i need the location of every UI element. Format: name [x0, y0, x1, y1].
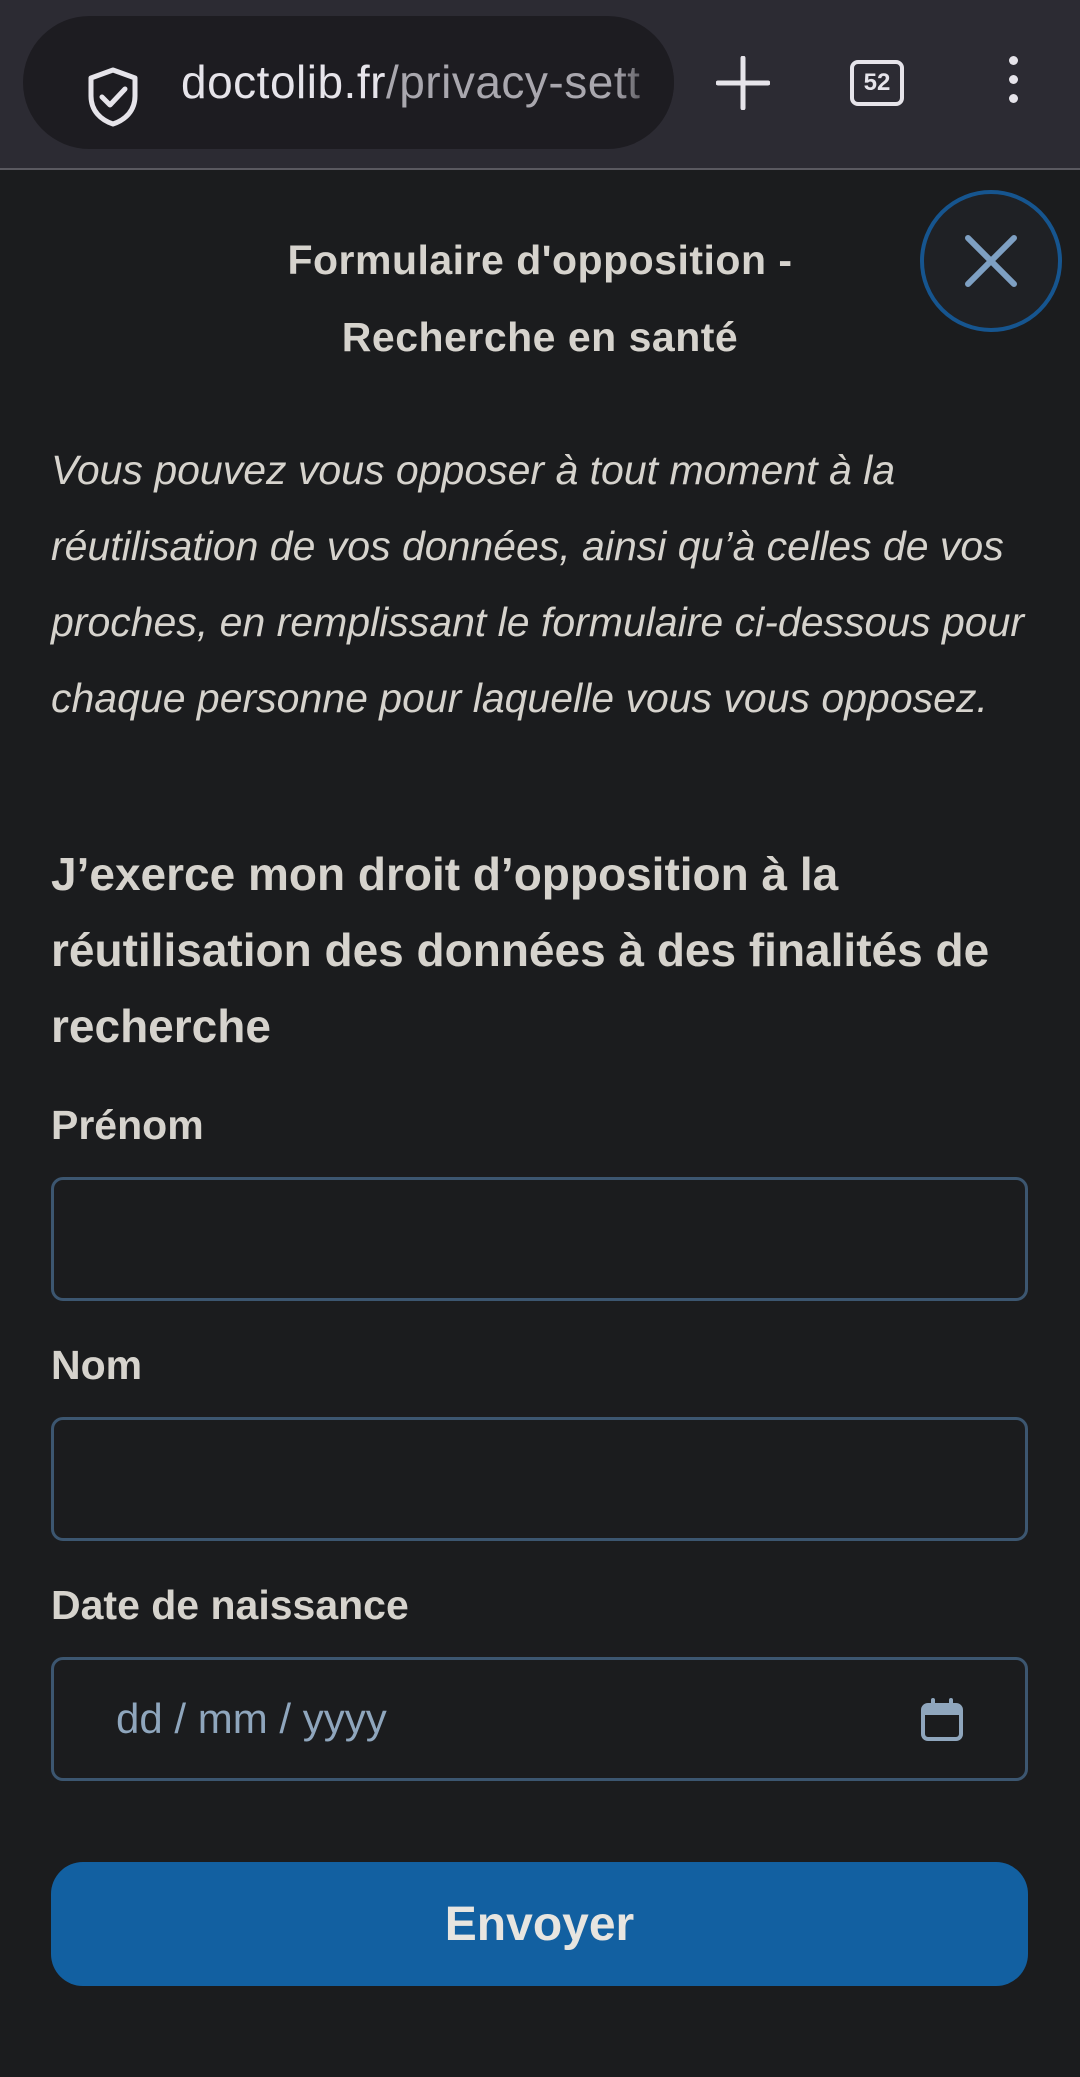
birthdate-label: Date de naissance — [51, 1582, 409, 1628]
close-icon — [965, 235, 1017, 287]
intro-text: Vous pouvez vous opposer à tout moment à… — [51, 447, 1025, 721]
url-fade — [614, 16, 674, 149]
url-text: doctolib.fr/privacy-sett — [181, 16, 640, 149]
url-domain: doctolib.fr — [181, 56, 386, 108]
shield-check-icon[interactable] — [85, 66, 141, 128]
form-heading: J’exerce mon droit d’opposition à la réu… — [51, 848, 990, 1052]
first-name-field[interactable] — [51, 1177, 1028, 1301]
browser-toolbar: doctolib.fr/privacy-sett 52 — [0, 0, 1080, 170]
dialog-title-line2: Recherche en santé — [341, 314, 739, 360]
vertical-dots-icon[interactable] — [1000, 56, 1026, 112]
calendar-icon[interactable] — [920, 1698, 964, 1742]
tabs-counter-button[interactable]: 52 — [850, 60, 904, 106]
first-name-label: Prénom — [51, 1102, 204, 1148]
last-name-field[interactable] — [51, 1417, 1028, 1541]
dialog-title-line1: Formulaire d'opposition - — [287, 237, 793, 283]
url-path: /privacy-sett — [385, 56, 641, 108]
plus-icon[interactable] — [716, 56, 770, 110]
address-bar[interactable]: doctolib.fr/privacy-sett — [23, 16, 674, 149]
submit-button[interactable]: Envoyer — [51, 1862, 1028, 1986]
dialog-title: Formulaire d'opposition - Recherche en s… — [180, 222, 900, 376]
birthdate-placeholder: dd / mm / yyyy — [116, 1695, 387, 1742]
birthdate-field[interactable]: dd / mm / yyyy — [51, 1657, 1028, 1781]
last-name-label: Nom — [51, 1342, 143, 1388]
close-button[interactable] — [920, 190, 1062, 332]
